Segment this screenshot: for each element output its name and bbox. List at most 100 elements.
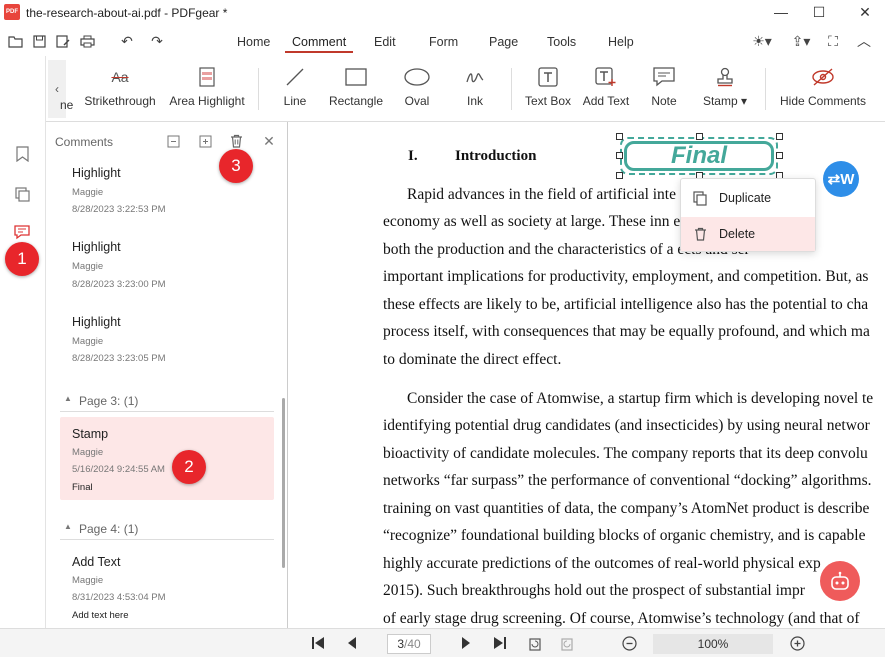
doc-text-line: important implications for productivity,… xyxy=(383,268,869,285)
comment-user: Maggie xyxy=(72,336,104,347)
strikethrough-button[interactable]: Aa Strikethrough xyxy=(84,62,156,118)
ribbon-divider xyxy=(511,68,512,110)
duplicate-label: Duplicate xyxy=(719,191,772,205)
thumbnails-icon[interactable] xyxy=(8,180,36,208)
close-panel-icon[interactable]: ✕ xyxy=(260,132,278,150)
resize-handle[interactable] xyxy=(616,133,623,140)
zoom-in-icon[interactable] xyxy=(788,634,806,652)
tab-page[interactable]: Page xyxy=(489,35,518,49)
resize-handle[interactable] xyxy=(616,172,623,179)
doc-text-line: training on vast quantities of data, the… xyxy=(383,500,870,517)
save-as-icon[interactable] xyxy=(55,33,71,49)
ai-assistant-button[interactable] xyxy=(820,561,860,601)
tab-edit[interactable]: Edit xyxy=(374,35,396,49)
trash-icon xyxy=(681,227,719,241)
doc-text-line: networks “far surpass” the performance o… xyxy=(383,472,872,489)
area-highlight-button[interactable]: Area Highlight xyxy=(166,62,248,118)
hide-comments-button[interactable]: Hide Comments xyxy=(778,62,868,118)
robot-icon xyxy=(831,571,849,590)
comment-type[interactable]: Highlight xyxy=(72,240,121,254)
tab-help[interactable]: Help xyxy=(608,35,634,49)
comment-type[interactable]: Add Text xyxy=(72,555,120,569)
strikethrough-label: Strikethrough xyxy=(84,94,156,108)
tab-tools[interactable]: Tools xyxy=(547,35,576,49)
minimize-button[interactable]: — xyxy=(762,0,800,24)
pdfgear-logo-icon: PDF xyxy=(4,4,20,20)
rotate-right-icon[interactable] xyxy=(558,634,576,652)
tab-comment[interactable]: Comment xyxy=(292,35,346,49)
page3-collapse-icon[interactable]: ▲ xyxy=(64,394,72,403)
stamp-button[interactable]: Stamp ▾ xyxy=(698,62,752,118)
page4-collapse-icon[interactable]: ▲ xyxy=(64,522,72,531)
previous-page-icon[interactable] xyxy=(343,634,361,652)
resize-handle[interactable] xyxy=(616,152,623,159)
comment-date: 8/28/2023 3:23:00 PM xyxy=(72,279,166,290)
resize-handle[interactable] xyxy=(696,133,703,140)
doc-text-line: identifying potential drug candidates (a… xyxy=(383,417,870,434)
print-icon[interactable] xyxy=(79,33,95,49)
zoom-level-field[interactable]: 100% xyxy=(653,634,773,654)
redo-icon[interactable]: ↷ xyxy=(149,33,165,49)
rectangle-tool-button[interactable]: Rectangle xyxy=(326,62,386,118)
duplicate-icon xyxy=(681,190,719,206)
comment-type[interactable]: Highlight xyxy=(72,166,121,180)
note-button[interactable]: Note xyxy=(646,62,682,118)
maximize-button[interactable]: ☐ xyxy=(800,0,838,24)
text-box-button[interactable]: Text Box xyxy=(524,62,572,118)
bookmark-icon[interactable] xyxy=(8,140,36,168)
delete-menu-item[interactable]: Delete xyxy=(681,217,815,251)
rectangle-label: Rectangle xyxy=(328,94,384,108)
first-page-icon[interactable] xyxy=(309,634,327,652)
comment-user: Maggie xyxy=(72,261,104,272)
line-tool-button[interactable]: Line xyxy=(276,62,314,118)
fullscreen-icon[interactable]: ⛶ xyxy=(825,33,841,49)
area-highlight-label: Area Highlight xyxy=(169,94,245,108)
line-label: Line xyxy=(283,94,307,108)
panel-scrollbar[interactable] xyxy=(282,398,285,568)
open-folder-icon[interactable] xyxy=(7,33,23,49)
next-page-icon[interactable] xyxy=(457,634,475,652)
convert-to-word-button[interactable]: ⇄W xyxy=(823,161,859,197)
ribbon-divider xyxy=(765,68,766,110)
comment-type[interactable]: Stamp xyxy=(72,427,108,441)
line-icon xyxy=(285,62,305,92)
expand-all-icon[interactable] xyxy=(196,132,214,150)
duplicate-menu-item[interactable]: Duplicate xyxy=(681,181,815,215)
resize-handle[interactable] xyxy=(776,152,783,159)
comment-content: Add text here xyxy=(72,610,129,621)
doc-text-line: of early stage drug screening. Of course… xyxy=(383,610,860,627)
hide-comments-icon xyxy=(811,62,835,92)
page-group-divider xyxy=(60,539,274,540)
area-highlight-icon xyxy=(199,62,215,92)
share-icon[interactable]: ⇪▾ xyxy=(790,33,812,49)
save-icon[interactable] xyxy=(31,33,47,49)
collapse-all-icon[interactable] xyxy=(164,132,182,150)
ink-tool-button[interactable]: Ink xyxy=(458,62,492,118)
tab-form[interactable]: Form xyxy=(429,35,458,49)
strikethrough-icon: Aa xyxy=(111,69,129,85)
last-page-icon[interactable] xyxy=(491,634,509,652)
comment-type[interactable]: Highlight xyxy=(72,315,121,329)
page-group-header[interactable]: Page 4: (1) xyxy=(79,522,138,536)
page-number-field[interactable]: 3/40 xyxy=(387,634,431,654)
undo-icon[interactable]: ↶ xyxy=(119,33,135,49)
oval-tool-button[interactable]: Oval xyxy=(398,62,436,118)
zoom-out-icon[interactable] xyxy=(620,634,638,652)
comment-date: 8/28/2023 3:23:05 PM xyxy=(72,353,166,364)
final-stamp[interactable]: Final xyxy=(624,141,774,171)
comment-content: Final xyxy=(72,482,93,493)
close-window-button[interactable]: ✕ xyxy=(846,0,884,24)
resize-handle[interactable] xyxy=(776,133,783,140)
stamp-icon xyxy=(715,62,735,92)
rotate-left-icon[interactable] xyxy=(526,634,544,652)
comment-user: Maggie xyxy=(72,447,104,458)
add-text-label: Add Text xyxy=(582,94,630,108)
theme-toggle-icon[interactable]: ☀▾ xyxy=(749,33,775,49)
add-text-button[interactable]: Add Text xyxy=(580,62,632,118)
delete-comment-icon[interactable] xyxy=(227,132,245,150)
page-group-header[interactable]: Page 3: (1) xyxy=(79,394,138,408)
collapse-ribbon-icon[interactable]: ︿ xyxy=(856,33,872,49)
doc-text-line: highly accurate predictions of the outco… xyxy=(383,555,821,572)
current-page: 3 xyxy=(397,637,404,651)
tab-home[interactable]: Home xyxy=(237,35,270,49)
